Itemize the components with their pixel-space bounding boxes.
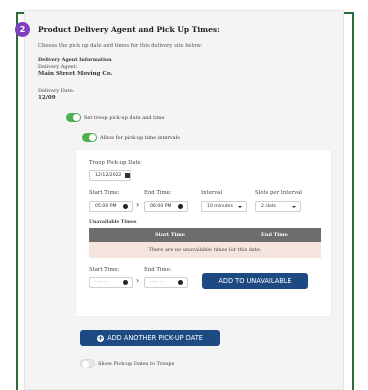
agent-name: Main Street Moving Co. [38, 71, 113, 77]
pickup-date-value: 12/12/2022 [95, 173, 122, 178]
show-pickup-toggle-label: Show Pick-up Dates to Troops [98, 361, 175, 367]
delivery-date-info: Delivery Date: 12/09 [38, 88, 74, 102]
pickup-date-input[interactable]: 12/12/2022 [89, 170, 131, 181]
unavailable-end-placeholder: --:-- -- [150, 280, 163, 285]
pickup-date-label: Troop Pick-up Date [89, 160, 141, 166]
chevron-down-icon [238, 206, 242, 208]
troop-pickup-toggle[interactable] [66, 113, 81, 122]
step-number-badge: 2 [15, 22, 30, 37]
slots-select[interactable]: 2 slots [255, 201, 301, 212]
slots-value: 2 slots [261, 204, 277, 209]
agent-info: Delivery Agent Information Delivery Agen… [38, 57, 112, 78]
unavailable-start-label: Start Time: [89, 267, 120, 273]
plus-circle-icon: + [97, 333, 105, 342]
end-time-label: End Time: [144, 190, 172, 196]
clock-icon[interactable] [123, 204, 128, 209]
troop-pickup-toggle-label: Set troop pick-up date and time [84, 115, 165, 121]
delivery-date-value: 12/09 [38, 95, 56, 101]
start-time-label: Start Time: [89, 190, 120, 196]
unavailable-start-input[interactable]: --:-- -- [89, 277, 133, 288]
toggle-knob [82, 360, 89, 368]
calendar-icon[interactable] [125, 173, 130, 178]
interval-select[interactable]: 10 minutes [201, 201, 247, 212]
add-another-pickup-date-button[interactable]: + ADD ANOTHER PICK-UP DATE [80, 330, 220, 346]
agent-label: Delivery Agent: [38, 64, 78, 70]
clock-icon[interactable] [123, 280, 128, 285]
col-start-time: Start Time [155, 232, 185, 238]
add-to-unavailable-button[interactable]: ADD TO UNAVAILABLE [202, 273, 308, 289]
end-time-value: 06:00 PM [150, 204, 172, 209]
section-title: Product Delivery Agent and Pick Up Times… [38, 25, 220, 34]
unavailable-table-header: Start Time End Time [89, 228, 321, 242]
start-time-value: 05:00 PM [95, 204, 117, 209]
unavailable-end-label: End Time: [144, 267, 172, 273]
show-pickup-toggle[interactable] [80, 359, 95, 368]
toggle-knob [89, 134, 96, 141]
agent-heading: Delivery Agent Information [38, 57, 112, 63]
unavailable-empty-row: There are no unavailable times for this … [89, 242, 321, 258]
intervals-toggle[interactable] [82, 133, 97, 142]
col-end-time: End Time [261, 232, 288, 238]
clock-icon[interactable] [178, 204, 183, 209]
end-time-input[interactable]: 06:00 PM [144, 201, 188, 212]
unavailable-start-placeholder: --:-- -- [95, 280, 108, 285]
delivery-date-label: Delivery Date: [38, 88, 75, 94]
start-time-input[interactable]: 05:00 PM [89, 201, 133, 212]
chevron-right-icon: › [136, 200, 140, 209]
interval-label: Interval [201, 190, 223, 196]
add-another-pickup-date-label: ADD ANOTHER PICK-UP DATE [107, 334, 203, 342]
chevron-down-icon [292, 206, 296, 208]
interval-value: 10 minutes [207, 204, 233, 209]
unavailable-times-heading: Unavailable Times [89, 220, 137, 225]
slots-label: Slots per Interval [255, 190, 302, 196]
chevron-right-icon: › [136, 276, 140, 285]
toggle-knob [73, 114, 80, 121]
unavailable-end-input[interactable]: --:-- -- [144, 277, 188, 288]
clock-icon[interactable] [178, 280, 183, 285]
intervals-toggle-label: Allow for pick-up time intervals [100, 135, 180, 141]
instructions-text: Choose the pick up date and times for th… [38, 43, 203, 49]
